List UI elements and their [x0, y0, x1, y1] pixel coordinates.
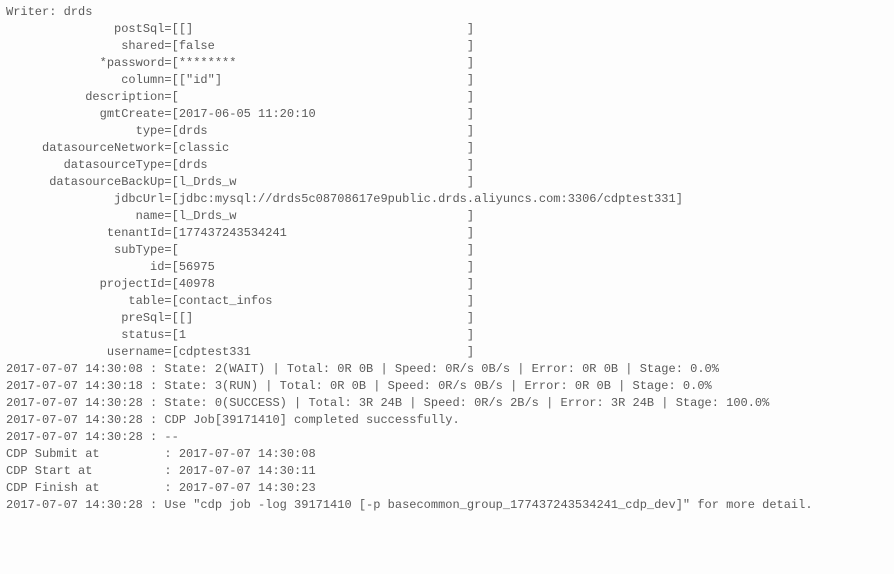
log-output: Writer: drds postSql=[[] ] shared=[false… [0, 0, 894, 518]
